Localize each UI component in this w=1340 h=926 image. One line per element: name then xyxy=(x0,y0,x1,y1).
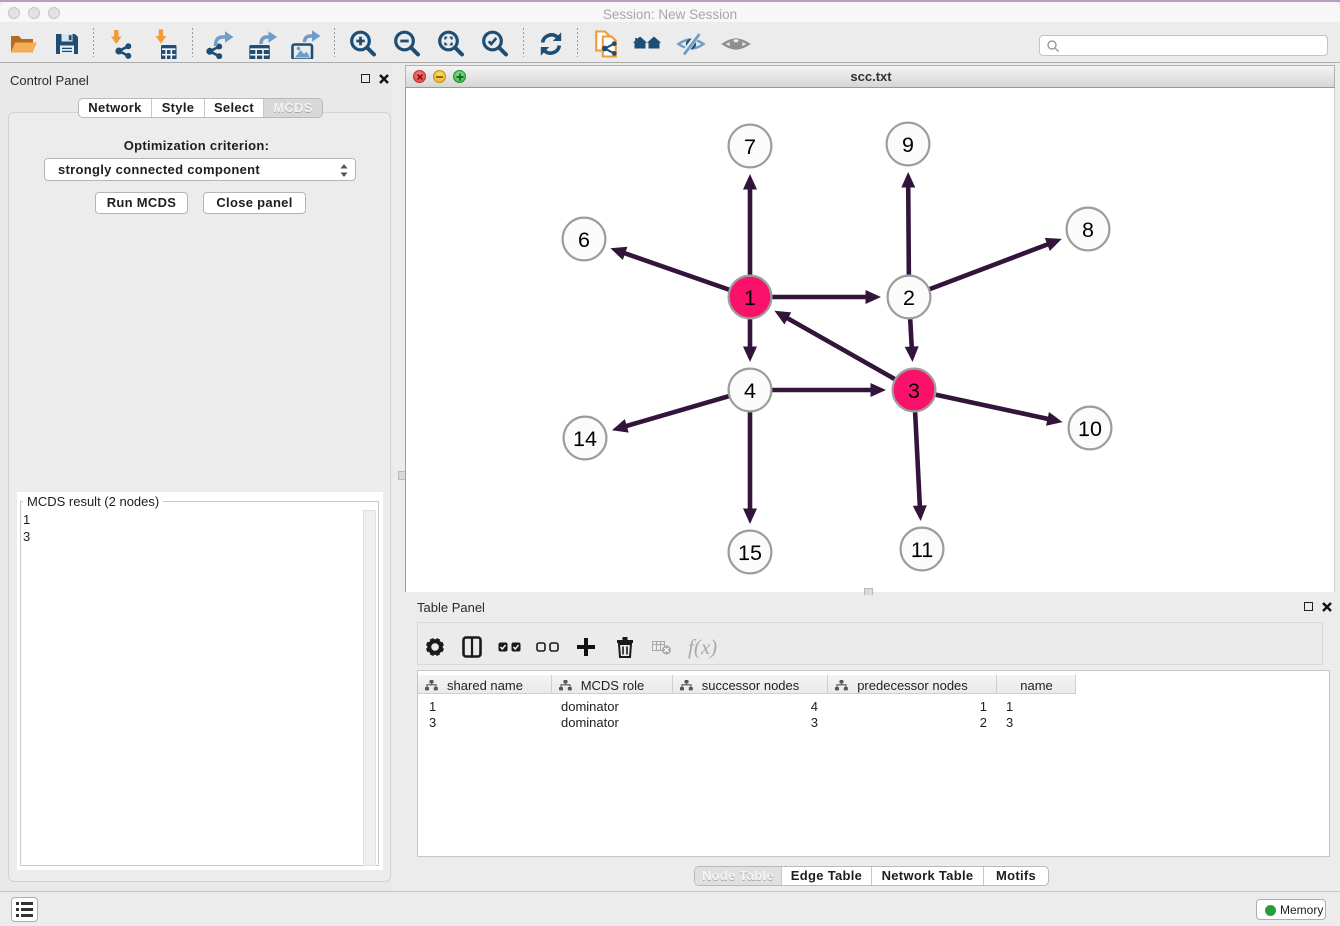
svg-text:7: 7 xyxy=(744,135,756,159)
svg-text:3: 3 xyxy=(908,379,920,403)
svg-text:8: 8 xyxy=(1082,218,1094,242)
svg-text:2: 2 xyxy=(903,286,915,310)
svg-text:9: 9 xyxy=(902,133,914,157)
svg-text:10: 10 xyxy=(1078,417,1102,441)
svg-text:15: 15 xyxy=(738,541,762,565)
svg-text:4: 4 xyxy=(744,379,756,403)
svg-text:6: 6 xyxy=(578,228,590,252)
svg-text:11: 11 xyxy=(911,538,933,562)
svg-text:14: 14 xyxy=(573,427,597,451)
svg-text:1: 1 xyxy=(744,286,756,310)
